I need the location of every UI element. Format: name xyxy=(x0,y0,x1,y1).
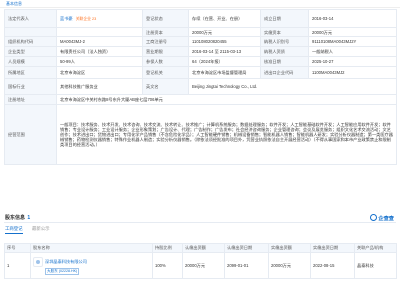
approved-label: 核准日期 xyxy=(260,56,309,67)
blank-value xyxy=(56,27,143,37)
col-header: 关联产品/机构 xyxy=(354,243,397,253)
tab-registration[interactable]: 工商登记 xyxy=(5,226,23,234)
founded-value: 2016-03-14 xyxy=(308,9,397,28)
company-type-value: 有限责任公司（法人独资） xyxy=(56,46,143,57)
authority-value: 北京市海淀区市场监督管理局 xyxy=(188,66,261,79)
shareholder-cell: 深圳晶泰科技有限公司 大股东 (02228.HK) xyxy=(30,252,153,279)
authority-label: 登记机关 xyxy=(142,66,189,79)
status-label: 登记状态 xyxy=(142,9,189,28)
major-shareholder-badge: 大股东 (02228.HK) xyxy=(45,267,80,275)
ratio-value: 100% xyxy=(152,252,183,279)
import-code-label: 进出口企业代码 xyxy=(260,66,309,79)
industry-value: 其他科技推广服务业 xyxy=(56,78,143,95)
shareholders-table: 序号 股东名称 持股比例 认缴出资额 认缴出资日期 实缴出资额 实缴出资日期 关… xyxy=(4,243,397,279)
scope-label: 经营范围 xyxy=(4,104,57,165)
shareholder-name[interactable]: 深圳晶泰科技有限公司 xyxy=(45,259,87,264)
founded-label: 成立日期 xyxy=(260,9,309,28)
business-info-table: 法定代表人 蓝书豪 关联企业 23 登记状态 存续（在营、开业、在册） 成立日期… xyxy=(4,9,397,165)
region-label: 所属地区 xyxy=(4,66,57,79)
brand-logo: 企查查 xyxy=(370,214,394,222)
col-header: 认缴出资日期 xyxy=(224,243,269,253)
insured-label: 参保人数 xyxy=(142,56,189,67)
tax-id-label: 纳税人识别号 xyxy=(260,36,309,47)
english-name-value: Beijing Jingtai Technology Co., Ltd. xyxy=(188,78,397,95)
term-label: 营业期限 xyxy=(142,46,189,57)
col-header: 股东名称 xyxy=(30,243,153,253)
english-name-label: 英文名 xyxy=(142,78,189,95)
col-header: 序号 xyxy=(4,243,31,253)
company-type-label: 企业类型 xyxy=(4,46,57,57)
legal-rep-cell: 蓝书豪 关联企业 23 xyxy=(56,9,143,28)
biz-reg-label: 工商注册号 xyxy=(142,36,189,47)
insured-value: 64（2024年报） xyxy=(188,56,261,67)
top-bar: 基本信息 xyxy=(0,0,400,8)
col-header: 实缴出资额 xyxy=(268,243,311,253)
industry-label: 国标行业 xyxy=(4,78,57,95)
shareholders-section-title: 股东信息 1 xyxy=(5,215,31,221)
shareholder-tabs: 工商登记 最新公示 xyxy=(4,226,396,234)
address-label: 注册地址 xyxy=(4,94,57,105)
tab-latest[interactable]: 最新公示 xyxy=(32,226,50,232)
table-row: 1 深圳晶泰科技有限公司 大股东 (02228.HK) 100% 20000万元… xyxy=(4,252,397,279)
paid-date: 2022-08-15 xyxy=(310,252,355,279)
col-header: 实缴出资日期 xyxy=(310,243,355,253)
staff-value: 50-99人 xyxy=(56,56,143,67)
approved-value: 2025-10-27 xyxy=(308,56,397,67)
scope-value: 一般项目：技术服务、技术开发、技术咨询、技术交流、技术转让、技术推广；计算机系统… xyxy=(56,104,397,165)
related-companies-tag[interactable]: 关联企业 23 xyxy=(76,17,96,22)
shareholders-count: 1 xyxy=(27,215,31,221)
row-index: 1 xyxy=(4,252,31,279)
address-value: 北京市海淀区中关村东路8号东升大厦AB座七层706单元 xyxy=(56,94,397,105)
blank-label xyxy=(4,27,57,37)
paid-cap-label: 实缴资本 xyxy=(260,27,309,37)
related-product[interactable]: 晶泰科技 xyxy=(354,252,397,279)
shareholders-section-header: 股东信息 1 企查查 xyxy=(4,213,396,223)
paid-cap-value: 20000万元 xyxy=(308,27,397,37)
tax-qualification-value: 一般纳税人 xyxy=(308,46,397,57)
subscribed-amount: 20000万元 xyxy=(182,252,225,279)
region-value: 北京市海淀区 xyxy=(56,66,143,79)
status-value: 存续（在营、开业、在册） xyxy=(188,9,261,28)
paid-amount: 20000万元 xyxy=(268,252,311,279)
org-code-label: 组织机构代码 xyxy=(4,36,57,47)
term-value: 2016-03-14 至 2115-03-13 xyxy=(188,46,261,57)
reg-cap-label: 注册资本 xyxy=(142,27,189,37)
org-code-value: MA0043MJ-2 xyxy=(56,36,143,47)
reg-cap-value: 20000万元 xyxy=(188,27,261,37)
col-header: 认缴出资额 xyxy=(182,243,225,253)
company-avatar xyxy=(33,256,43,267)
tax-qualification-label: 纳税人资质 xyxy=(260,46,309,57)
legal-rep-name[interactable]: 蓝书豪 xyxy=(60,16,73,21)
tax-id-value: 91110108MA0043MJ2Y xyxy=(308,36,397,47)
col-header: 持股比例 xyxy=(152,243,183,253)
brand-logo-icon xyxy=(370,214,378,221)
subscribed-date: 2099-01-01 xyxy=(224,252,269,279)
top-bar-title: 基本信息 xyxy=(6,1,22,6)
biz-reg-value: 110108020820455 xyxy=(188,36,261,47)
import-code-value: 1100MA0043MJ2 xyxy=(308,66,397,79)
legal-rep-label: 法定代表人 xyxy=(4,9,57,28)
staff-label: 人员规模 xyxy=(4,56,57,67)
